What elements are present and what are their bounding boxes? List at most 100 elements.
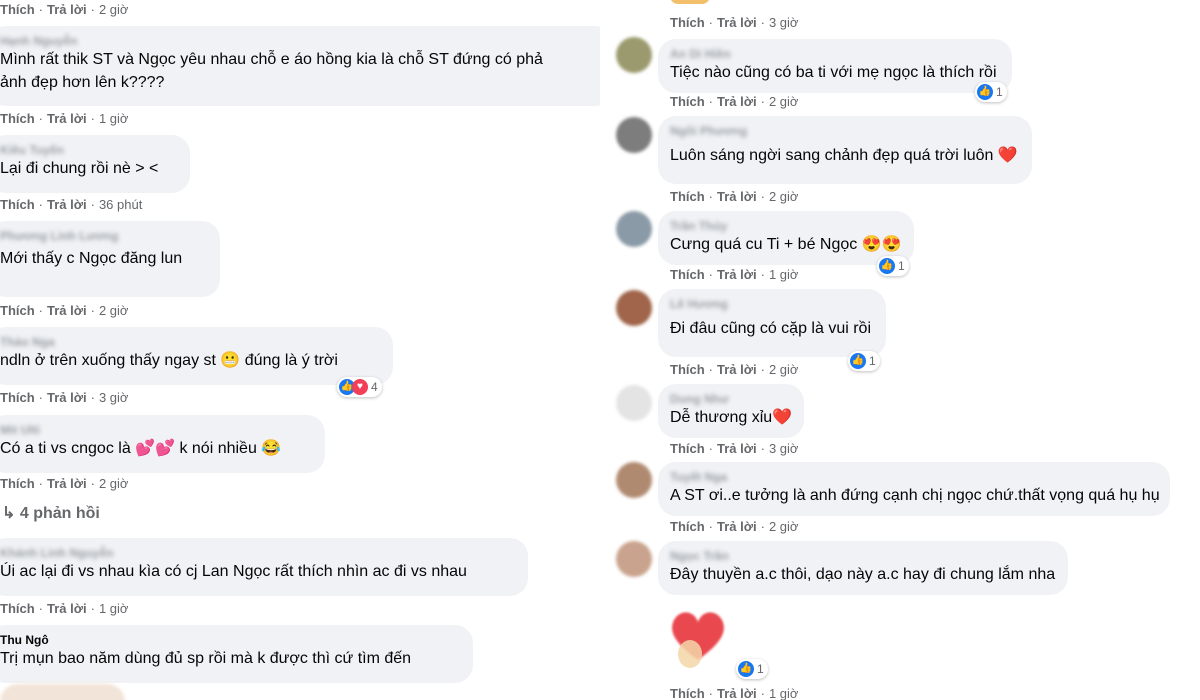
like-link[interactable]: Thích [670,15,705,30]
reply-arrow-icon: ↳ [2,505,16,522]
avatar[interactable] [616,541,652,577]
comment-actions: Thích · Trả lời · 1 giờ [670,267,799,282]
comment-author[interactable]: Tuyết Nga [670,470,1158,484]
reaction-number: 4 [371,380,378,394]
comment-author[interactable]: Ngọc Trần [670,549,1056,563]
comment-time: 3 giờ [98,390,129,405]
like-link[interactable]: Thích [0,476,35,491]
sticker-partial [670,0,710,4]
comment-bubble: Kiều Tuyến Lại đi chung rồi nè > < [0,135,190,193]
comment-time: 1 giờ [98,111,129,126]
like-link[interactable]: Thích [670,686,705,700]
like-link[interactable]: Thích [670,519,705,534]
comment-author[interactable]: Ngôi Phương [670,124,1020,138]
comment-actions: Thích · Trả lời · 2 giờ [670,519,799,534]
comment-author[interactable]: Dung Như [670,392,792,406]
comment-text: A ST ơi..e tưởng là anh đứng cạnh chị ng… [670,487,1160,504]
comment-text: ndln ở trên xuống thấy ngay st 😬 đúng là… [0,352,338,369]
comment-text: Cưng quá cu Ti + bé Ngọc 😍😍 [670,236,902,253]
comment-text: Đi đâu cũng có cặp là vui rồi [670,320,871,337]
comment-time: 2 giờ [768,189,799,204]
comment-time: 36 phút [98,197,143,212]
comment-text: Dễ thương xỉu❤️ [670,409,793,426]
comment-author[interactable]: Phương Linh Lương [0,229,208,243]
comment-time: 1 giờ [768,267,799,282]
avatar[interactable] [616,117,652,153]
like-link[interactable]: Thích [0,197,35,212]
avatar[interactable] [616,462,652,498]
comments-right-panel: Thích · Trả lời · 3 giờ An Di Hiền Tiệc nào … [600,0,1200,700]
comment-text: Lại đi chung rồi nè > < [0,160,159,177]
comment-actions: Thích · Trả lời · 2 giờ [670,362,799,377]
reaction-count[interactable]: 👍 1 [975,82,1007,102]
reply-link[interactable]: Trả lời [47,2,87,17]
reaction-count[interactable]: 👍 1 [848,351,880,371]
comment-bubble: Khánh Linh Nguyễn Úi ac lại đi vs nhau k… [0,538,528,596]
reply-link[interactable]: Trả lời [717,441,757,456]
comment-actions: Thích · Trả lời · 2 giờ [0,476,129,491]
reply-link[interactable]: Trả lời [47,111,87,126]
reaction-count[interactable]: 👍 ♥ 4 [337,377,382,397]
comment-author[interactable]: Mit Ulti [0,423,313,437]
like-link[interactable]: Thích [670,441,705,456]
comment-author[interactable]: Kiều Tuyến [0,143,178,157]
comment-time: 1 giờ [98,601,129,616]
reply-link[interactable]: Trả lời [47,303,87,318]
comment-text: Có a ti vs cngoc là 💕💕 k nói nhiều 😂 [0,440,282,457]
comment-bubble: Phương Linh Lương Mới thấy c Ngọc đăng l… [0,221,220,297]
comments-left-panel: Thích · Trả lời · 2 giờ Hạnh Nguyễn Mình rất… [0,0,600,700]
avatar[interactable] [616,211,652,247]
reply-link[interactable]: Trả lời [717,686,757,700]
comment-bubble: Thảo Nga ndln ở trên xuống thấy ngay st … [0,327,393,385]
comment-text: ảnh đẹp hơn lên k???? [0,74,165,91]
comment-actions: Thích · Trả lời · 2 giờ [0,2,129,17]
comment-actions: Thích · Trả lời · 3 giờ [670,441,799,456]
reply-link[interactable]: Trả lời [47,601,87,616]
comment-actions: Thích · Trả lời · 3 giờ [670,15,799,30]
comment-time: 3 giờ [768,441,799,456]
reply-link[interactable]: Trả lời [717,362,757,377]
like-link[interactable]: Thích [0,390,35,405]
avatar[interactable] [616,37,652,73]
reply-link[interactable]: Trả lời [717,267,757,282]
comment-author[interactable]: Hạnh Nguyễn [0,34,600,48]
like-reaction-icon: 👍 [879,258,895,274]
comment-bubble: Ngôi Phương Luôn sáng ngời sang chảnh đẹ… [658,116,1032,184]
comment-author[interactable]: An Di Hiền [670,47,1000,61]
comment-text: Mình rất thik ST và Ngọc yêu nhau chỗ e … [0,51,543,68]
reaction-count[interactable]: 👍 1 [736,659,768,679]
like-reaction-icon: 👍 [977,84,993,100]
comment-author[interactable]: Lê Hương [670,297,874,311]
comment-author[interactable]: Trần Thủy [670,219,902,233]
view-replies-link[interactable]: ↳ 4 phản hồi [2,503,100,523]
heart-sticker[interactable] [666,604,730,674]
like-link[interactable]: Thích [0,303,35,318]
like-link[interactable]: Thích [670,362,705,377]
avatar[interactable] [0,684,125,700]
reply-link[interactable]: Trả lời [717,15,757,30]
comment-bubble: Hạnh Nguyễn Mình rất thik ST và Ngọc yêu… [0,26,600,106]
reply-link[interactable]: Trả lời [47,476,87,491]
comment-author[interactable]: Thảo Nga [0,335,381,349]
reply-link[interactable]: Trả lời [47,197,87,212]
like-link[interactable]: Thích [0,111,35,126]
like-link[interactable]: Thích [670,94,705,109]
like-link[interactable]: Thích [670,267,705,282]
reply-link[interactable]: Trả lời [717,189,757,204]
comment-author[interactable]: Thu Ngô [0,633,461,647]
avatar[interactable] [616,290,652,326]
like-link[interactable]: Thích [0,2,35,17]
like-link[interactable]: Thích [670,189,705,204]
like-link[interactable]: Thích [0,601,35,616]
like-reaction-icon: 👍 [850,353,866,369]
reply-link[interactable]: Trả lời [47,390,87,405]
comment-text: Trị mụn bao năm dùng đủ sp rồi mà k được… [0,650,412,667]
reply-link[interactable]: Trả lời [717,94,757,109]
comment-time: 3 giờ [768,15,799,30]
reply-link[interactable]: Trả lời [717,519,757,534]
avatar[interactable] [616,385,652,421]
reaction-count[interactable]: 👍 1 [877,256,909,276]
comment-time: 1 giờ [768,686,799,700]
comment-author[interactable]: Khánh Linh Nguyễn [0,546,516,560]
love-reaction-icon: ♥ [352,379,368,395]
